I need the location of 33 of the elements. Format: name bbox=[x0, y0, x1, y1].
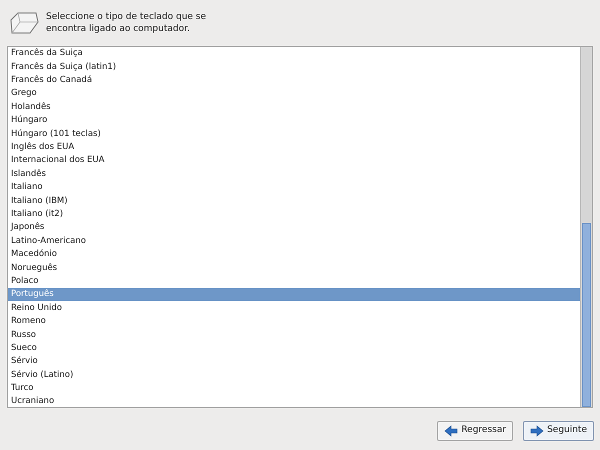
list-item[interactable]: Italiano (IBM) bbox=[8, 194, 580, 208]
list-item[interactable]: Macedónio bbox=[8, 248, 580, 262]
list-item[interactable]: Sérvio bbox=[8, 354, 580, 368]
list-item[interactable]: Grego bbox=[8, 87, 580, 101]
list-item[interactable]: Italiano (it2) bbox=[8, 208, 580, 222]
list-item[interactable]: Russo bbox=[8, 328, 580, 342]
scrollbar[interactable] bbox=[580, 47, 592, 407]
list-item[interactable]: Latino-Americano bbox=[8, 234, 580, 248]
list-item[interactable]: Islandês bbox=[8, 168, 580, 181]
list-item[interactable]: Húngaro (101 teclas) bbox=[8, 127, 580, 141]
list-item[interactable]: Inglês dos EUA bbox=[8, 140, 580, 154]
list-item[interactable]: Francês da Suiça bbox=[8, 47, 580, 60]
list-item[interactable]: Norueguês bbox=[8, 261, 580, 275]
list-item[interactable]: Francês da Suiça (latin1) bbox=[8, 60, 580, 74]
next-button[interactable]: Seguinte bbox=[523, 421, 594, 441]
list-item[interactable]: Internacional dos EUA bbox=[8, 154, 580, 168]
back-button[interactable]: Regressar bbox=[437, 421, 514, 441]
list-item[interactable]: Turco bbox=[8, 382, 580, 396]
list-item[interactable]: Húngaro bbox=[8, 114, 580, 128]
list-item[interactable]: Ucraniano bbox=[8, 395, 580, 407]
arrow-icon bbox=[530, 425, 544, 437]
list-item[interactable]: Holandês bbox=[8, 100, 580, 114]
instruction-text: Seleccione o tipo de teclado que se encontra ligado ao computador. bbox=[46, 11, 208, 35]
list-item[interactable]: Sérvio (Latino) bbox=[8, 368, 580, 382]
arrow-icon bbox=[444, 425, 458, 437]
list-item[interactable]: Polaco bbox=[8, 274, 580, 288]
list-item[interactable]: Romeno bbox=[8, 314, 580, 328]
list-item[interactable]: Japonês bbox=[8, 221, 580, 234]
list-item[interactable]: Sueco bbox=[8, 342, 580, 355]
list-item[interactable]: Reino Unido bbox=[8, 301, 580, 315]
list-item[interactable]: Italiano bbox=[8, 180, 580, 194]
keyboard-key-icon bbox=[8, 10, 40, 36]
list-item[interactable]: Francês do Canadá bbox=[8, 74, 580, 88]
